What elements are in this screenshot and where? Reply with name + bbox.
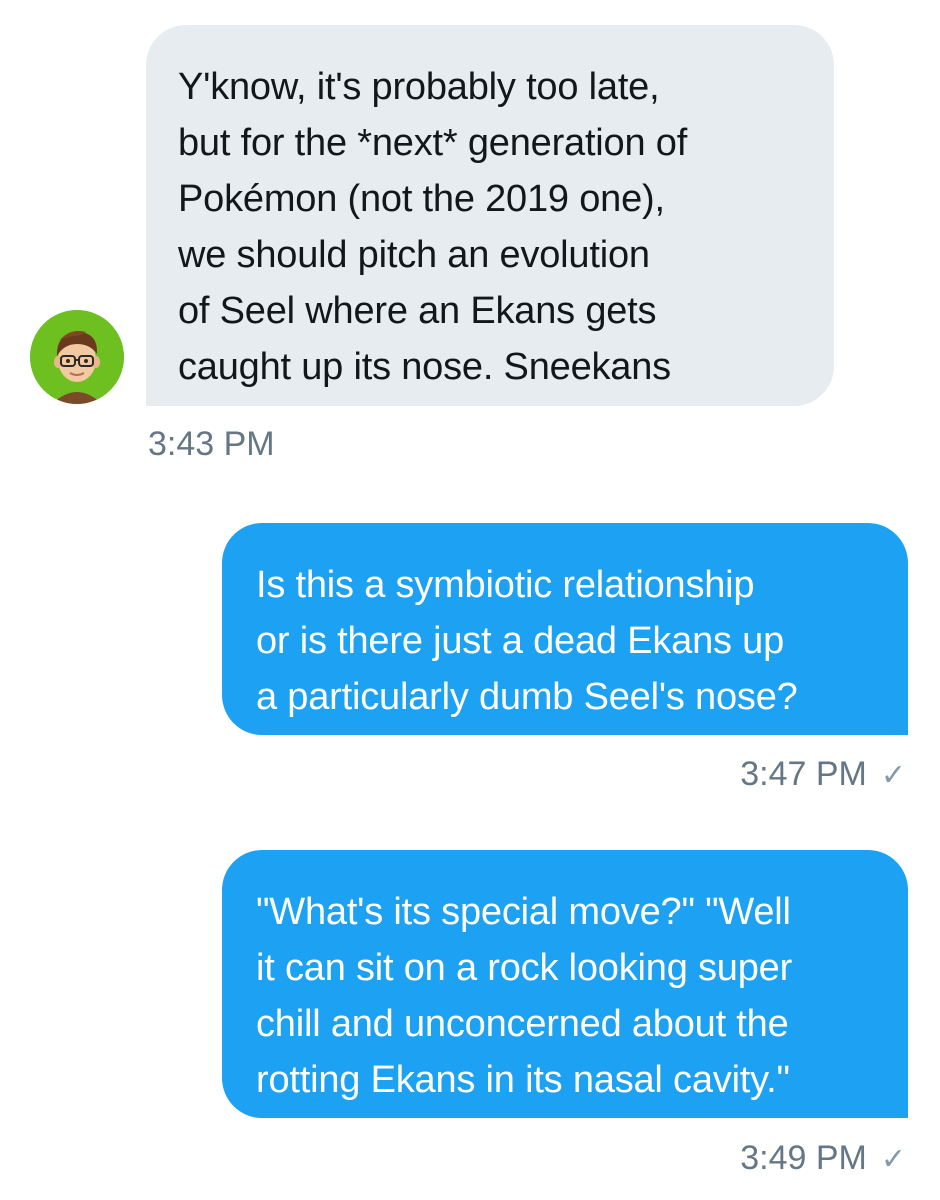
message-text-line: or is there just a dead Ekans up [256, 620, 785, 662]
message-text-line: chill and unconcerned about the [256, 1003, 789, 1045]
message-text-line: rotting Ekans in its nasal cavity." [256, 1059, 790, 1101]
message-text-line: it can sit on a rock looking super [256, 947, 793, 989]
message-text-line: of Seel where an Ekans gets [178, 290, 657, 332]
message-text-line: "What's its special move?" "Well [256, 891, 791, 933]
outgoing-message-bubble[interactable]: "What's its special move?" "Well it can … [222, 850, 908, 1118]
timestamp-text: 3:43 PM [148, 425, 275, 463]
message-timestamp: 3:47 PM ✓ [740, 754, 906, 796]
check-icon: ✓ [880, 759, 906, 792]
message-text-line: Y'know, it's probably too late, [178, 66, 660, 108]
message-text-line: caught up its nose. Sneekans [178, 346, 671, 388]
outgoing-message-bubble[interactable]: Is this a symbiotic relationship or is t… [222, 523, 908, 735]
message-timestamp: 3:43 PM [148, 424, 275, 464]
message-text-line: a particularly dumb Seel's nose? [256, 676, 798, 718]
message-text-line: but for the *next* generation of [178, 122, 688, 164]
avatar-memoji-icon [30, 310, 124, 404]
message-timestamp: 3:49 PM ✓ [740, 1138, 906, 1180]
incoming-message-bubble[interactable]: Y'know, it's probably too late, but for … [146, 25, 834, 406]
timestamp-text: 3:49 PM [740, 1139, 867, 1177]
avatar[interactable] [30, 310, 124, 404]
message-text-line: Pokémon (not the 2019 one), [178, 178, 665, 220]
check-icon: ✓ [880, 1143, 906, 1176]
message-text-line: Is this a symbiotic relationship [256, 564, 755, 606]
message-text-line: we should pitch an evolution [178, 234, 650, 276]
timestamp-text: 3:47 PM [740, 755, 867, 793]
